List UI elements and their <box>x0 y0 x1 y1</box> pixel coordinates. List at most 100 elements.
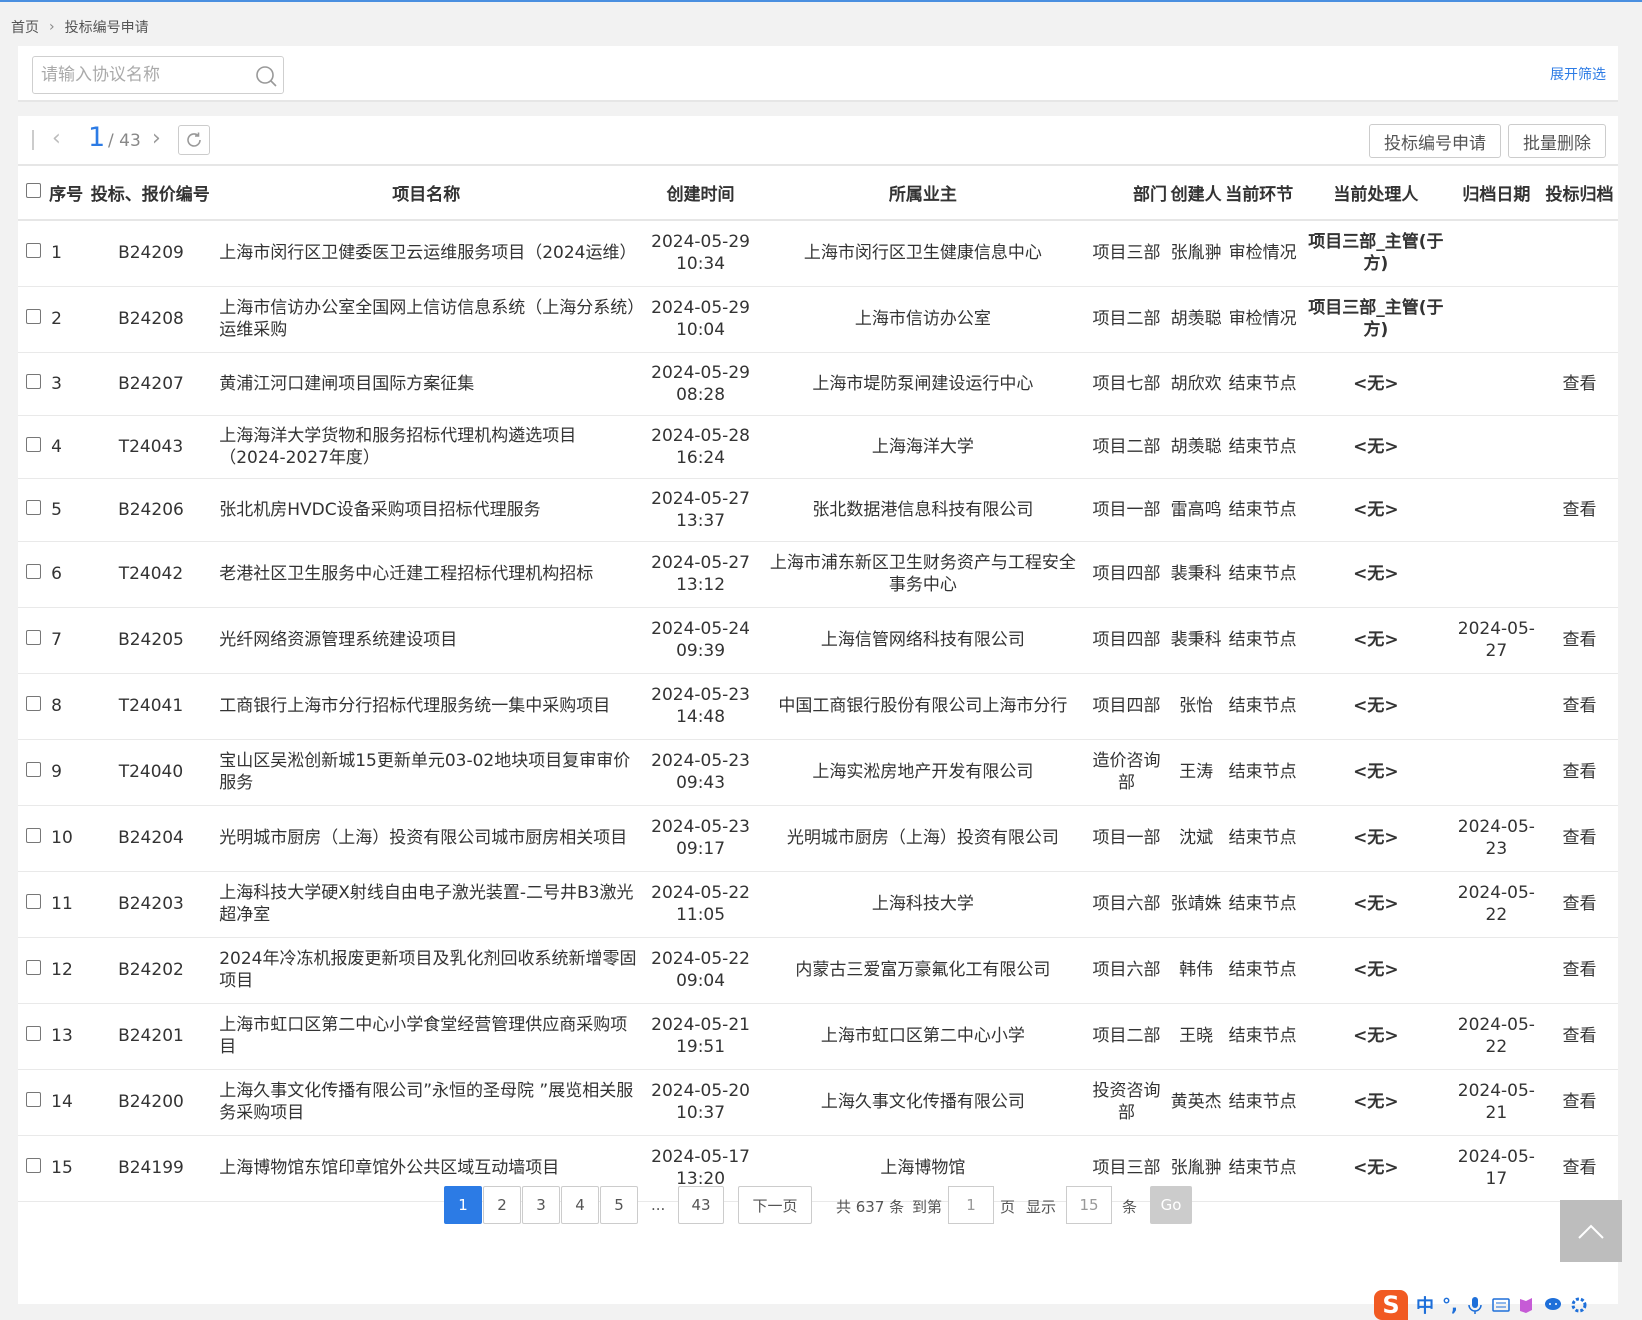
table-row[interactable]: 9 T24040 宝山区吴淞创新城15更新单元03-02地块项目复审审价服务 2024… <box>18 739 1618 806</box>
row-checkbox[interactable] <box>18 937 50 1004</box>
col-header: 归档日期 <box>1451 166 1542 221</box>
archive-view-link[interactable]: 查看 <box>1541 352 1618 416</box>
archive-view-link[interactable]: 查看 <box>1541 1003 1618 1070</box>
row-checkbox[interactable] <box>18 607 50 674</box>
archive-view-link[interactable]: 查看 <box>1541 607 1618 674</box>
settings-icon[interactable] <box>1570 1296 1588 1314</box>
creator-name: 沈斌 <box>1167 805 1226 872</box>
page-button[interactable]: 1 <box>444 1186 482 1224</box>
table-row[interactable]: 1 B24209 上海市闵行区卫健委医卫云运维服务项目（2024运维） 2024-05… <box>18 220 1618 287</box>
expand-filter-link[interactable]: 展开筛选 <box>1550 64 1606 84</box>
row-checkbox[interactable] <box>18 286 50 353</box>
next-page-icon[interactable]: › <box>152 128 161 150</box>
archive-view-link <box>1541 286 1618 353</box>
current-stage: 结束节点 <box>1225 937 1300 1004</box>
refresh-button[interactable] <box>178 125 210 155</box>
page-button[interactable]: 3 <box>522 1186 560 1224</box>
prev-page-icon[interactable]: ‹ <box>52 128 61 150</box>
apply-bid-number-button[interactable]: 投标编号申请 <box>1369 124 1501 158</box>
row-checkbox[interactable] <box>18 478 50 542</box>
col-header: 当前环节 <box>1225 166 1300 221</box>
owner-name: 中国工商银行股份有限公司上海市分行 <box>759 673 1086 740</box>
row-checkbox[interactable] <box>18 541 50 608</box>
sogou-logo-icon[interactable]: S <box>1374 1290 1408 1320</box>
owner-name: 上海市浦东新区卫生财务资产与工程安全事务中心 <box>759 541 1086 608</box>
skin-icon[interactable] <box>1518 1296 1536 1314</box>
archive-view-link[interactable]: 查看 <box>1541 1069 1618 1136</box>
ime-punctuation-label[interactable]: °, <box>1442 1295 1458 1316</box>
current-stage: 结束节点 <box>1225 805 1300 872</box>
goto-page-input[interactable]: 1 <box>948 1186 994 1224</box>
row-checkbox[interactable] <box>18 1069 50 1136</box>
archive-view-link[interactable]: 查看 <box>1541 478 1618 542</box>
page-button[interactable]: 5 <box>600 1186 638 1224</box>
department: 项目四部 <box>1086 541 1168 608</box>
table-row[interactable]: 7 B24205 光纤网络资源管理系统建设项目 2024-05-24 09:39 上海信… <box>18 607 1618 674</box>
creator-name: 胡羡聪 <box>1167 415 1226 479</box>
breadcrumb-home[interactable]: 首页 <box>11 17 39 37</box>
search-icon[interactable] <box>255 65 277 87</box>
department: 项目四部 <box>1086 607 1168 674</box>
table-row[interactable]: 8 T24041 工商银行上海市分行招标代理服务统一集中采购项目 2024-05-23… <box>18 673 1618 740</box>
table-row[interactable]: 3 B24207 黄浦江河口建闸项目国际方案征集 2024-05-29 08:28 上海… <box>18 352 1618 416</box>
page-size-input[interactable]: 15 <box>1066 1186 1112 1224</box>
table-row[interactable]: 2 B24208 上海市信访办公室全国网上信访信息系统（上海分系统）运维采购 2024… <box>18 286 1618 353</box>
row-checkbox[interactable] <box>18 871 50 938</box>
table-row[interactable]: 14 B24200 上海久事文化传播有限公司”永恒的圣母院 ”展览相关服务采购项目 2… <box>18 1069 1618 1136</box>
table-row[interactable]: 13 B24201 上海市虹口区第二中心小学食堂经营管理供应商采购项目 2024-05… <box>18 1003 1618 1070</box>
col-header: 投标归档 <box>1541 166 1618 221</box>
department: 项目二部 <box>1086 415 1168 479</box>
search-input[interactable] <box>33 57 233 93</box>
batch-delete-button[interactable]: 批量删除 <box>1508 124 1606 158</box>
ime-language-label[interactable]: 中 <box>1416 1292 1434 1318</box>
table-row[interactable]: 11 B24203 上海科技大学硬X射线自由电子激光装置-二号井B3激光超净室 202… <box>18 871 1618 938</box>
table-row[interactable]: 12 B24202 2024年冷冻机报废更新项目及乳化剂回收系统新增零固项目 2024… <box>18 937 1618 1004</box>
archive-date <box>1451 286 1542 353</box>
chat-icon[interactable] <box>1544 1296 1562 1314</box>
archive-view-link[interactable]: 查看 <box>1541 805 1618 872</box>
project-name: 宝山区吴淞创新城15更新单元03-02地块项目复审审价服务 <box>211 739 642 806</box>
row-checkbox[interactable] <box>18 415 50 479</box>
current-handler: <无> <box>1300 541 1452 608</box>
bid-code: B24209 <box>90 220 212 287</box>
back-to-top-button[interactable] <box>1560 1200 1622 1262</box>
archive-date <box>1451 220 1542 287</box>
row-checkbox[interactable] <box>18 673 50 740</box>
archive-view-link[interactable]: 查看 <box>1541 871 1618 938</box>
creator-name: 王晓 <box>1167 1003 1226 1070</box>
owner-name: 上海市堤防泵闸建设运行中心 <box>759 352 1086 416</box>
page-button[interactable]: 2 <box>483 1186 521 1224</box>
creator-name: 王涛 <box>1167 739 1226 806</box>
row-checkbox[interactable] <box>18 805 50 872</box>
last-page-button[interactable]: 43 <box>678 1186 724 1224</box>
current-stage: 结束节点 <box>1225 352 1300 416</box>
table-row[interactable]: 4 T24043 上海海洋大学货物和服务招标代理机构遴选项目（2024-2027年度… <box>18 415 1618 479</box>
row-checkbox[interactable] <box>18 1003 50 1070</box>
next-page-button[interactable]: 下一页 <box>738 1186 812 1224</box>
creator-name: 裴秉科 <box>1167 541 1226 608</box>
archive-view-link[interactable]: 查看 <box>1541 937 1618 1004</box>
archive-view-link[interactable]: 查看 <box>1541 673 1618 740</box>
row-checkbox[interactable] <box>18 739 50 806</box>
department: 造价咨询部 <box>1086 739 1168 806</box>
created-time: 2024-05-22 11:05 <box>641 871 760 938</box>
first-page-icon[interactable] <box>32 130 34 150</box>
owner-name: 上海市信访办公室 <box>759 286 1086 353</box>
row-checkbox[interactable] <box>18 220 50 287</box>
table-row[interactable]: 10 B24204 光明城市厨房（上海）投资有限公司城市厨房相关项目 2024-05-… <box>18 805 1618 872</box>
select-all-checkbox[interactable] <box>18 166 50 221</box>
department: 项目四部 <box>1086 673 1168 740</box>
keyboard-icon[interactable] <box>1492 1296 1510 1314</box>
microphone-icon[interactable] <box>1466 1296 1484 1314</box>
archive-view-link[interactable]: 查看 <box>1541 739 1618 806</box>
current-page-number: 1 <box>88 122 106 153</box>
department: 项目三部 <box>1086 220 1168 287</box>
owner-name: 上海科技大学 <box>759 871 1086 938</box>
go-button[interactable]: Go <box>1150 1186 1192 1224</box>
created-time: 2024-05-29 10:34 <box>641 220 760 287</box>
page-button[interactable]: 4 <box>561 1186 599 1224</box>
table-row[interactable]: 6 T24042 老港社区卫生服务中心迁建工程招标代理机构招标 2024-05-27 … <box>18 541 1618 608</box>
row-checkbox[interactable] <box>18 352 50 416</box>
table-row[interactable]: 5 B24206 张北机房HVDC设备采购项目招标代理服务 2024-05-27 13… <box>18 478 1618 542</box>
breadcrumb-current: 投标编号申请 <box>64 20 149 36</box>
